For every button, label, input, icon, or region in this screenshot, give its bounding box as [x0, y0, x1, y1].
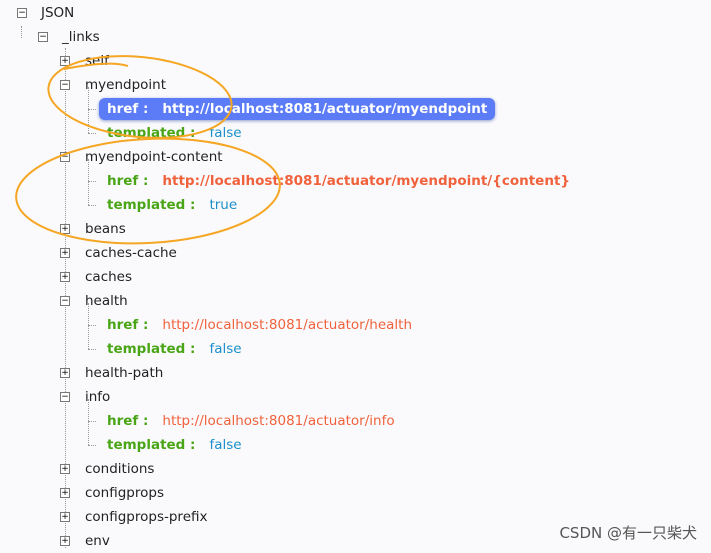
property-key: templated :	[107, 437, 196, 453]
tree-leaf[interactable]: templated : false	[88, 433, 242, 457]
property-key: href :	[107, 101, 149, 117]
collapse-icon[interactable]: −	[60, 296, 70, 306]
expand-icon[interactable]: +	[60, 248, 70, 258]
property-value: http://localhost:8081/actuator/health	[162, 317, 413, 333]
selected-item[interactable]: href : http://localhost:8081/actuator/mye…	[99, 98, 496, 120]
tree-node-json[interactable]: − JSON	[17, 1, 74, 25]
tree-node[interactable]: + env	[60, 529, 110, 553]
property-value: false	[209, 437, 242, 453]
tree-node[interactable]: − health	[60, 289, 128, 313]
collapse-icon[interactable]: −	[60, 80, 70, 90]
tree-leaf[interactable]: templated : false	[88, 337, 242, 361]
tree-node[interactable]: − info	[60, 385, 110, 409]
property-key: href :	[107, 173, 149, 189]
tree-node-links[interactable]: − _links	[38, 25, 100, 49]
collapse-icon[interactable]: −	[17, 8, 27, 18]
property-key: templated :	[107, 125, 196, 141]
expand-icon[interactable]: +	[60, 512, 70, 522]
tree-leaf[interactable]: href : http://localhost:8081/actuator/mye…	[88, 169, 570, 193]
tree-leaf[interactable]: templated : false	[88, 121, 242, 145]
property-value: http://localhost:8081/actuator/myendpoin…	[162, 101, 488, 117]
tree-node[interactable]: + configprops-prefix	[60, 505, 208, 529]
tree-node[interactable]: − myendpoint-content	[60, 145, 223, 169]
tree-leaf[interactable]: templated : true	[88, 193, 237, 217]
collapse-icon[interactable]: −	[38, 32, 48, 42]
expand-icon[interactable]: +	[60, 464, 70, 474]
expand-icon[interactable]: +	[60, 536, 70, 546]
tree-leaf[interactable]: href : http://localhost:8081/actuator/inf…	[88, 409, 395, 433]
expand-icon[interactable]: +	[60, 56, 70, 66]
collapse-icon[interactable]: −	[60, 152, 70, 162]
property-value: true	[209, 197, 238, 213]
property-key: href :	[107, 317, 149, 333]
collapse-icon[interactable]: −	[60, 392, 70, 402]
property-key: templated :	[107, 197, 196, 213]
property-key: templated :	[107, 341, 196, 357]
property-value: false	[209, 341, 242, 357]
tree-node[interactable]: + configprops	[60, 481, 164, 505]
expand-icon[interactable]: +	[60, 272, 70, 282]
tree-node[interactable]: − myendpoint	[60, 73, 166, 97]
tree-node[interactable]: + caches	[60, 265, 132, 289]
tree-leaf[interactable]: href : http://localhost:8081/actuator/mye…	[88, 97, 496, 121]
tree-leaf[interactable]: href : http://localhost:8081/actuator/hea…	[88, 313, 412, 337]
property-value: http://localhost:8081/actuator/info	[162, 413, 395, 429]
tree-node[interactable]: + conditions	[60, 457, 154, 481]
property-key: href :	[107, 413, 149, 429]
property-value: http://localhost:8081/actuator/myendpoin…	[162, 173, 571, 189]
tree-node[interactable]: + self	[60, 49, 109, 73]
tree-node[interactable]: + caches-cache	[60, 241, 177, 265]
watermark: CSDN @有一只柴犬	[559, 524, 697, 542]
expand-icon[interactable]: +	[60, 368, 70, 378]
tree-node[interactable]: + health-path	[60, 361, 163, 385]
property-value: false	[209, 125, 242, 141]
expand-icon[interactable]: +	[60, 224, 70, 234]
expand-icon[interactable]: +	[60, 488, 70, 498]
tree-node[interactable]: + beans	[60, 217, 126, 241]
